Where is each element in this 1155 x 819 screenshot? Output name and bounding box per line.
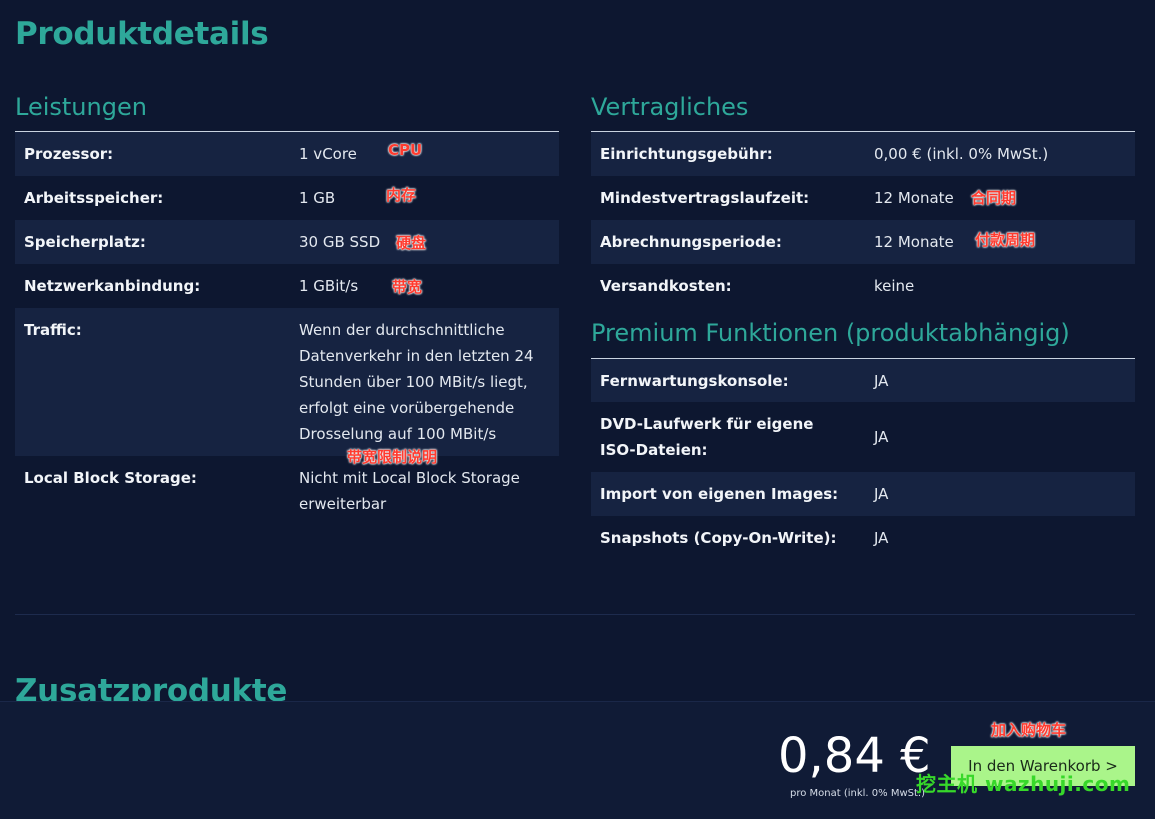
premium-title: Premium Funktionen (produktabhängig) — [591, 319, 1070, 347]
spec-value: 0,00 € (inkl. 0% MwSt.) — [874, 145, 1049, 163]
table-row: Snapshots (Copy-On-Write): JA — [591, 516, 1135, 560]
spec-key: Import von eigenen Images: — [600, 485, 839, 503]
table-row: Fernwartungskonsole: JA — [591, 359, 1135, 402]
spec-value: Nicht mit Local Block Storage erweiterba… — [299, 469, 520, 513]
annotation-contract: 合同期 — [971, 189, 1017, 207]
watermark: 挖主机 wazhuji.com — [916, 772, 1131, 796]
spec-value: JA — [874, 428, 889, 446]
table-row: Netzwerkanbindung: 1 GBit/s — [15, 264, 559, 308]
table-row: Traffic: Wenn der durchschnittliche Date… — [15, 308, 559, 456]
table-row: Mindestvertragslaufzeit: 12 Monate — [591, 176, 1135, 220]
table-row: Abrechnungsperiode: 12 Monate — [591, 220, 1135, 264]
spec-value: JA — [874, 529, 889, 547]
leistungen-table: Prozessor: 1 vCore Arbeitsspeicher: 1 GB… — [15, 132, 559, 526]
annotation-cpu: CPU — [388, 141, 423, 159]
spec-value: 1 GB — [299, 189, 336, 207]
spec-value: 12 Monate — [874, 189, 954, 207]
spec-key: Netzwerkanbindung: — [24, 277, 201, 295]
spec-value: 12 Monate — [874, 233, 954, 251]
premium-table: Fernwartungskonsole: JA DVD-Laufwerk für… — [591, 359, 1135, 560]
table-row: Speicherplatz: 30 GB SSD — [15, 220, 559, 264]
table-row: Einrichtungsgebühr: 0,00 € (inkl. 0% MwS… — [591, 132, 1135, 176]
table-row: Import von eigenen Images: JA — [591, 472, 1135, 516]
spec-key: Fernwartungskonsole: — [600, 372, 789, 390]
price-note: pro Monat (inkl. 0% MwSt.) — [790, 788, 925, 799]
spec-key: Local Block Storage: — [24, 469, 197, 487]
table-row: Arbeitsspeicher: 1 GB — [15, 176, 559, 220]
vertragliches-table: Einrichtungsgebühr: 0,00 € (inkl. 0% MwS… — [591, 132, 1135, 308]
spec-key: Versandkosten: — [600, 277, 732, 295]
spec-value: Wenn der durchschnittliche Datenverkehr … — [299, 321, 534, 443]
spec-key: Abrechnungsperiode: — [600, 233, 782, 251]
spec-key: Speicherplatz: — [24, 233, 146, 251]
spec-key: DVD-Laufwerk für eigene ISO-Dateien: — [600, 415, 814, 459]
annotation-traffic: 带宽限制说明 — [347, 448, 438, 466]
spec-key: Snapshots (Copy-On-Write): — [600, 529, 837, 547]
table-row: Local Block Storage: Nicht mit Local Blo… — [15, 456, 559, 526]
spec-value: JA — [874, 485, 889, 503]
price: 0,84 € — [778, 728, 931, 784]
spec-key: Traffic: — [24, 321, 82, 339]
spec-key: Arbeitsspeicher: — [24, 189, 164, 207]
table-row: Versandkosten: keine — [591, 264, 1135, 308]
table-row: DVD-Laufwerk für eigene ISO-Dateien: JA — [591, 402, 1135, 472]
leistungen-title: Leistungen — [15, 93, 147, 121]
annotation-billing: 付款周期 — [975, 231, 1036, 249]
annotation-ram: 内存 — [386, 186, 417, 204]
spec-value: 30 GB SSD — [299, 233, 381, 251]
spec-key: Mindestvertragslaufzeit: — [600, 189, 810, 207]
spec-value: keine — [874, 277, 915, 295]
annotation-cart: 加入购物车 — [991, 721, 1067, 739]
table-row: Prozessor: 1 vCore — [15, 132, 559, 176]
page-title: Produktdetails — [15, 16, 269, 52]
spec-value: 1 GBit/s — [299, 277, 359, 295]
vertragliches-title: Vertragliches — [591, 93, 749, 121]
spec-key: Einrichtungsgebühr: — [600, 145, 773, 163]
annotation-bandwidth: 带宽 — [392, 278, 423, 296]
spec-key: Prozessor: — [24, 145, 114, 163]
spec-value: 1 vCore — [299, 145, 357, 163]
section-divider — [15, 614, 1135, 615]
spec-value: JA — [874, 372, 889, 390]
annotation-disk: 硬盘 — [396, 234, 427, 252]
